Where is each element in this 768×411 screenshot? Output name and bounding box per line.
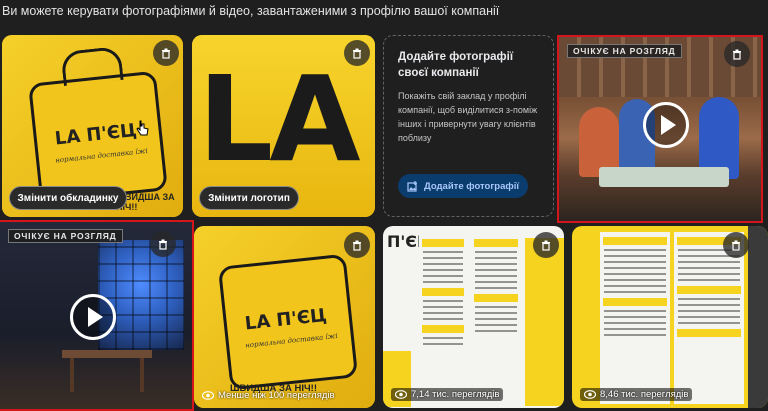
change-cover-button[interactable]: Змінити обкладинку: [9, 186, 127, 210]
view-count: 7,14 тис. переглядів: [391, 388, 504, 401]
trash-icon: [353, 48, 361, 59]
delete-cover-button[interactable]: [153, 40, 179, 66]
delete-video2-button[interactable]: [150, 231, 176, 257]
add-photos-card: Додайте фотографії своєї компанії Покажі…: [383, 35, 554, 217]
bag-illustration: LA П'ЄЦ нормальна доставка їжі: [217, 253, 359, 391]
view-count: Менше ніж 100 переглядів: [202, 390, 335, 401]
menu-column: [600, 232, 670, 404]
menu-yellow-strip: [525, 238, 564, 406]
view-count-label: Менше ніж 100 переглядів: [218, 390, 335, 401]
add-photo-icon: [407, 180, 417, 192]
glass-block-wall: [98, 240, 184, 350]
add-photos-button-label: Додайте фотографії: [423, 180, 520, 192]
table-leg: [140, 358, 144, 392]
menu-column: [471, 234, 521, 404]
cursor-icon: [136, 120, 149, 136]
trash-icon: [159, 239, 167, 250]
photo-tile-bag[interactable]: LA П'ЄЦ нормальна доставка їжі ШВИДША ЗА…: [194, 226, 375, 408]
pending-review-badge: ОЧІКУЄ НА РОЗГЛЯД: [567, 44, 682, 58]
eye-icon: [202, 391, 214, 400]
delete-logo-button[interactable]: [344, 40, 370, 66]
delete-menu1-button[interactable]: [533, 232, 559, 258]
delete-photo-button[interactable]: [344, 232, 370, 258]
photo-tile-menu-1[interactable]: П'ЄЦ 7,14 тис. переглядів: [383, 226, 564, 408]
table: [62, 350, 152, 358]
logo-tile[interactable]: LA Змінити логотип: [192, 35, 375, 217]
add-photos-button[interactable]: Додайте фотографії: [398, 174, 528, 198]
logo-text: LA: [198, 50, 361, 188]
eye-icon: [584, 390, 596, 399]
cover-tile[interactable]: LA П'ЄЦ нормальна доставка їжі ШВИДША ЗА…: [2, 35, 183, 217]
trash-icon: [162, 48, 170, 59]
view-count-label: 7,14 тис. переглядів: [411, 389, 500, 400]
eye-icon: [395, 390, 407, 399]
bag-logo: LA П'ЄЦ: [243, 304, 328, 335]
change-logo-button[interactable]: Змінити логотип: [199, 186, 299, 210]
view-count-label: 8,46 тис. переглядів: [600, 389, 689, 400]
menu-column: [419, 234, 467, 404]
pending-review-badge: ОЧІКУЄ НА РОЗГЛЯД: [8, 229, 123, 243]
video-tile-2[interactable]: ОЧІКУЄ НА РОЗГЛЯД: [0, 220, 194, 411]
photo-tile-menu-2[interactable]: 8,46 тис. переглядів: [572, 226, 768, 408]
menu-dark-strip: [748, 226, 768, 408]
bag-subtitle: нормальна доставка їжі: [54, 146, 149, 165]
trash-icon: [542, 240, 550, 251]
video-tile-1[interactable]: ОЧІКУЄ НА РОЗГЛЯД: [557, 35, 763, 223]
table-leg: [70, 358, 74, 392]
add-photos-description: Покажіть свій заклад у профілі компанії,…: [398, 91, 538, 143]
bag-subtitle: нормальна доставка їжі: [244, 331, 339, 350]
table-with-game: [599, 167, 729, 187]
delete-video1-button[interactable]: [724, 41, 750, 67]
bag-logo: LA П'ЄЦ: [53, 119, 138, 150]
view-count: 8,46 тис. переглядів: [580, 388, 693, 401]
trash-icon: [733, 49, 741, 60]
page-header: Ви можете керувати фотографіями й відео,…: [2, 4, 500, 18]
play-icon[interactable]: [643, 102, 689, 148]
delete-menu2-button[interactable]: [723, 232, 749, 258]
bag-illustration: LA П'ЄЦ нормальна доставка їжі: [28, 70, 168, 204]
play-icon[interactable]: [70, 294, 116, 340]
add-photos-title: Додайте фотографії своєї компанії: [398, 51, 514, 79]
trash-icon: [732, 240, 740, 251]
trash-icon: [353, 240, 361, 251]
